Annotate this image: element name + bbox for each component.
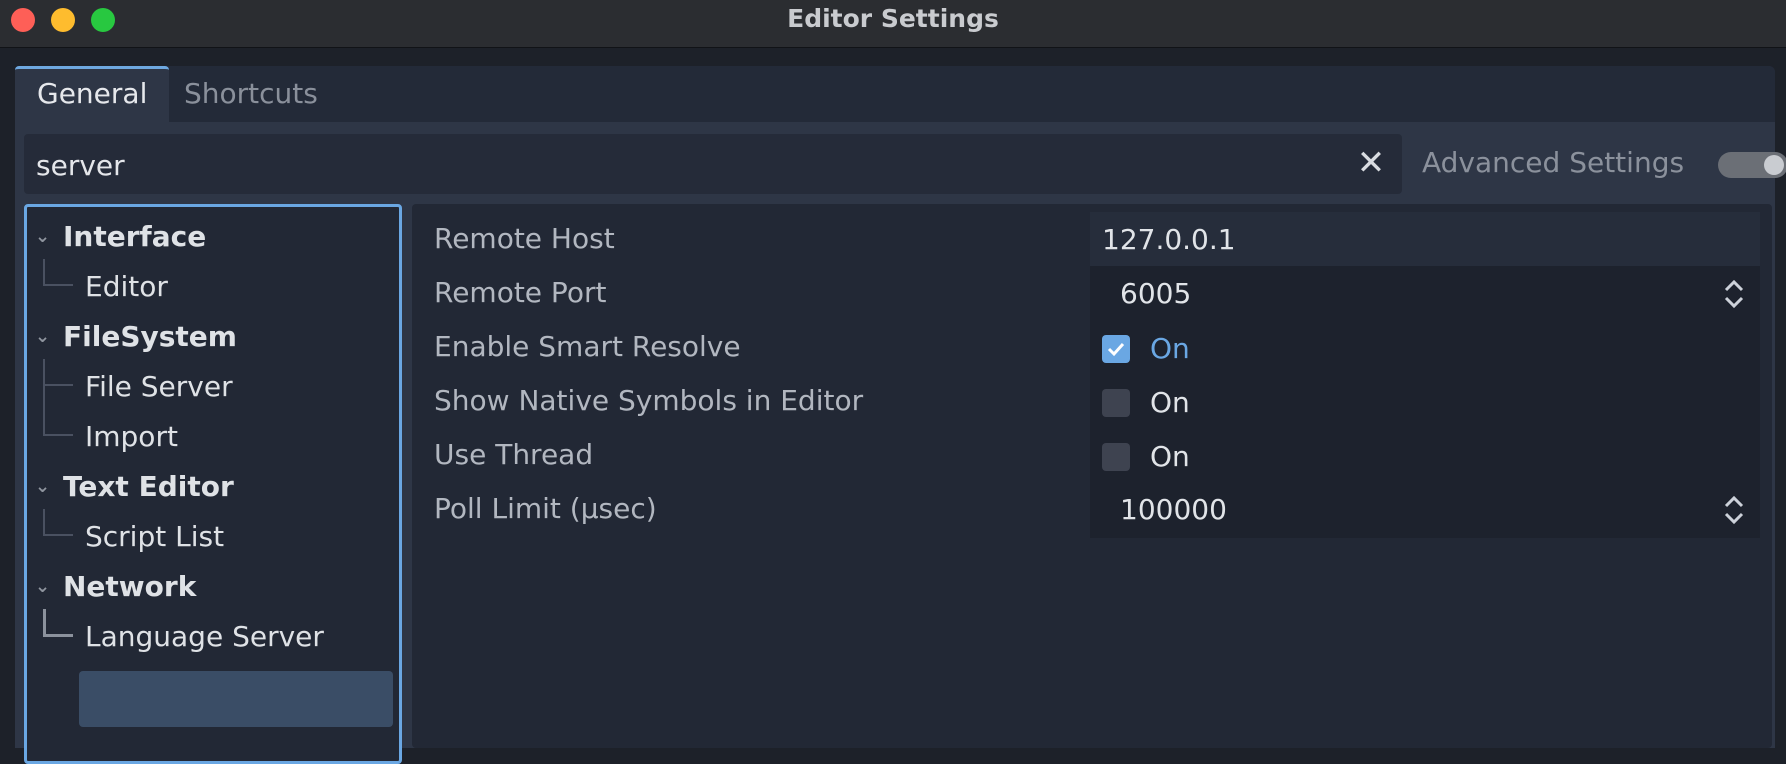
tree-item-label: Interface (63, 220, 207, 253)
title-bar: Editor Settings (0, 0, 1786, 48)
tree-selection-highlight (79, 671, 393, 727)
tree-guide (43, 509, 45, 535)
tree-guide (43, 359, 45, 435)
tree-item-label: Import (85, 420, 178, 453)
tree-item-label: Script List (85, 520, 225, 553)
tree-item-label: FileSystem (63, 320, 237, 353)
settings-tree: ⌄ Interface Editor ⌄ FileSystem File Ser… (24, 204, 402, 764)
tree-guide (43, 284, 73, 286)
clear-search-icon[interactable]: ✕ (1354, 146, 1388, 180)
tab-general[interactable]: General (15, 66, 170, 122)
property-label: Remote Host (434, 222, 615, 255)
checkmark-icon (1107, 342, 1125, 357)
property-label: Enable Smart Resolve (434, 330, 741, 363)
checkbox-text: On (1150, 386, 1190, 419)
remote-port-value: 6005 (1120, 277, 1192, 310)
remote-host-value: 127.0.0.1 (1102, 223, 1236, 256)
tree-item-label: Editor (85, 270, 168, 303)
property-label: Poll Limit (μsec) (434, 492, 657, 525)
smart-resolve-checkbox-row[interactable]: On (1090, 320, 1760, 376)
search-box: ✕ (24, 134, 1402, 196)
property-inspector: Remote Host 127.0.0.1 Remote Port 6005 E… (412, 204, 1772, 748)
property-label: Show Native Symbols in Editor (434, 384, 864, 417)
chevron-down-icon[interactable]: ⌄ (35, 213, 57, 261)
property-label: Remote Port (434, 276, 607, 309)
spinner-arrows-icon[interactable] (1722, 278, 1746, 310)
tree-guide (43, 384, 73, 386)
toggle-knob (1764, 155, 1784, 175)
tree-guide (43, 259, 45, 285)
tree-guide (43, 434, 73, 436)
property-label: Use Thread (434, 438, 594, 471)
chevron-down-icon[interactable]: ⌄ (35, 563, 57, 611)
use-thread-checkbox-row[interactable]: On (1090, 428, 1760, 484)
tree-guide (43, 634, 73, 637)
tree-guide (43, 609, 46, 635)
spinner-arrows-icon[interactable] (1722, 494, 1746, 526)
checkbox-text: On (1150, 440, 1190, 473)
native-symbols-checkbox[interactable] (1102, 389, 1130, 417)
tree-item-label: Text Editor (63, 470, 234, 503)
remote-port-spinbox[interactable]: 6005 (1090, 266, 1760, 322)
native-symbols-checkbox-row[interactable]: On (1090, 374, 1760, 430)
advanced-settings-toggle[interactable] (1718, 152, 1786, 178)
tree-item-label: Language Server (85, 620, 324, 653)
tree-guide (43, 534, 73, 536)
chevron-down-icon[interactable]: ⌄ (35, 313, 57, 361)
tree-item-label: File Server (85, 370, 233, 403)
tab-shortcuts[interactable]: Shortcuts (162, 66, 340, 122)
tree-item-label: Network (63, 570, 197, 603)
tab-bar: General Shortcuts (15, 66, 1775, 122)
search-input[interactable] (34, 134, 1338, 196)
window-title: Editor Settings (787, 4, 999, 33)
chevron-down-icon[interactable]: ⌄ (35, 463, 57, 511)
use-thread-checkbox[interactable] (1102, 443, 1130, 471)
checkbox-text: On (1150, 332, 1190, 365)
smart-resolve-checkbox[interactable] (1102, 335, 1130, 363)
remote-host-field[interactable]: 127.0.0.1 (1090, 212, 1760, 268)
poll-limit-value: 100000 (1120, 493, 1227, 526)
poll-limit-spinbox[interactable]: 100000 (1090, 482, 1760, 538)
advanced-settings-label: Advanced Settings (1422, 146, 1685, 179)
